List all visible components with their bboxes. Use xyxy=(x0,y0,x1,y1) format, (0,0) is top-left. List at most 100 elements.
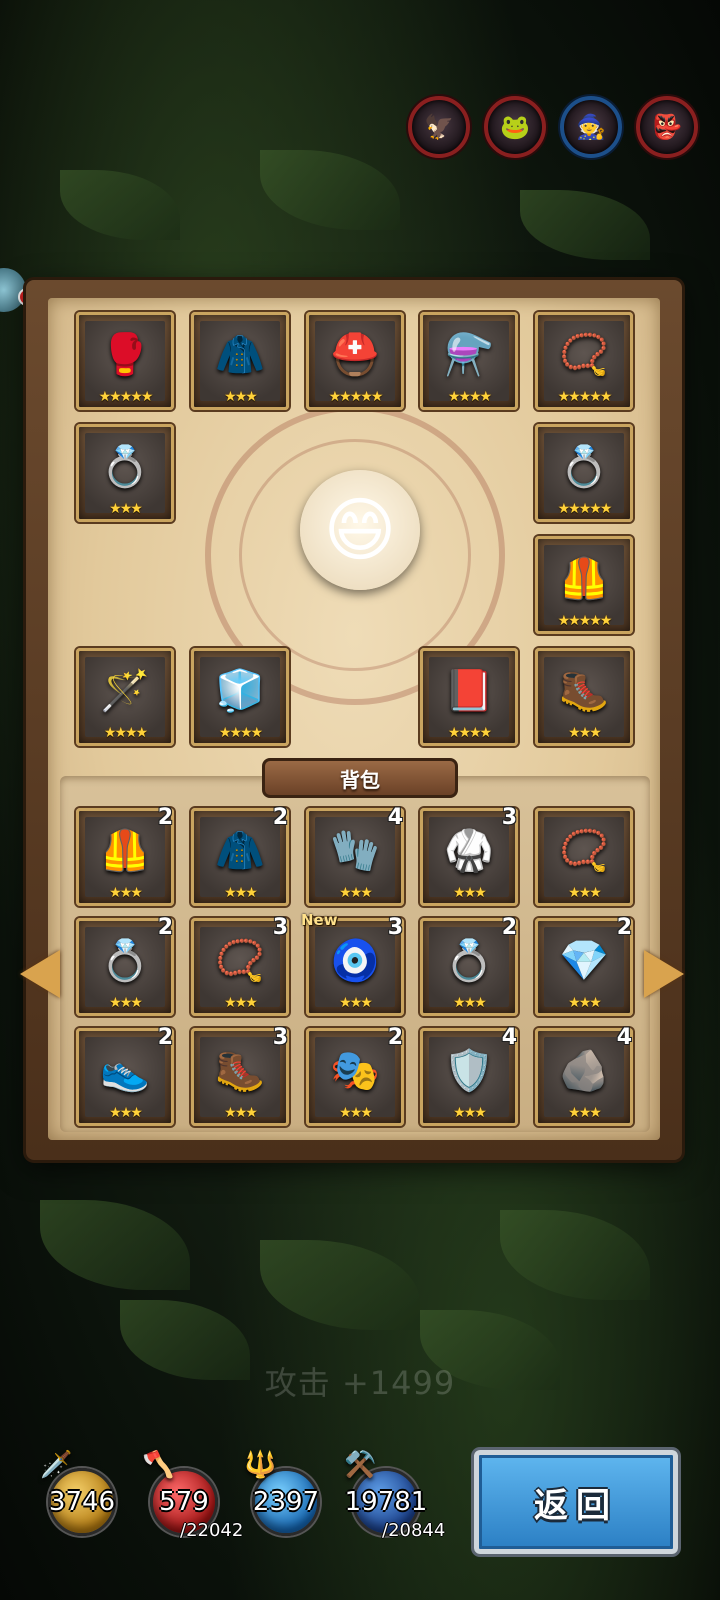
equipped-slot-ring[interactable]: 💍 ★★★★★ xyxy=(535,424,633,522)
equipped-slot-bracelet[interactable]: 💍 ★★★ xyxy=(76,424,174,522)
background-leaf xyxy=(40,1200,190,1290)
item-count: 2 xyxy=(616,915,632,940)
bag-item[interactable]: 💎 ★★★ 2 xyxy=(535,915,633,1016)
star-rating: ★★★ xyxy=(339,885,373,901)
bag-item[interactable]: 🪨 ★★★ 4 xyxy=(535,1025,633,1126)
party-member-1[interactable]: 🦅 xyxy=(408,96,470,158)
star-rating: ★★★ xyxy=(453,995,487,1011)
bag-item[interactable]: 📿 ★★★ xyxy=(535,808,633,906)
item-count: 2 xyxy=(157,1025,173,1050)
robe-icon: 🧥 xyxy=(215,332,265,379)
necklace-icon: 📿 xyxy=(559,332,609,379)
item-count: 2 xyxy=(501,915,517,940)
hero-avatar: 😄 xyxy=(300,470,420,590)
item-count: 3 xyxy=(272,915,288,940)
item-count: 4 xyxy=(616,1025,632,1050)
star-rating: ★★★ xyxy=(224,1105,258,1121)
star-rating: ★★★ xyxy=(109,885,143,901)
item-count: 4 xyxy=(501,1025,517,1050)
item-count: 2 xyxy=(272,805,288,830)
hero-figure: 😄 xyxy=(250,420,470,640)
gauntlet-icon: 🥊 xyxy=(100,332,150,379)
ring-icon: 💍 xyxy=(559,444,609,491)
star-rating: ★★★ xyxy=(453,1105,487,1121)
hero-portrait-icon: 🐸 xyxy=(500,113,530,141)
party-member-2[interactable]: 🐸 xyxy=(484,96,546,158)
hero-portrait-icon: 🧙 xyxy=(576,113,606,141)
equipped-slot-offhand[interactable]: 🧊 ★★★★ xyxy=(191,648,289,746)
equipped-slot-necklace[interactable]: 📿 ★★★★★ xyxy=(535,312,633,410)
necklace-icon: 📿 xyxy=(215,938,265,985)
bag-item[interactable]: 💍 ★★★ 2 xyxy=(76,915,174,1016)
star-rating: ★★★ xyxy=(109,995,143,1011)
bag-item[interactable]: 🥋 ★★★ 3 xyxy=(420,805,518,906)
hood-icon: 🎭 xyxy=(330,1048,380,1095)
star-rating: ★★★ xyxy=(453,885,487,901)
rune-stone-icon: 🪨 xyxy=(559,1048,609,1095)
bag-item[interactable]: 🧥 ★★★ 2 xyxy=(191,805,289,906)
item-count: 3 xyxy=(501,805,517,830)
star-rating: ★★★★★ xyxy=(557,613,613,629)
star-rating: ★★★★★ xyxy=(328,389,384,405)
staff-icon: 🪄 xyxy=(100,668,150,715)
robe-icon: 🧥 xyxy=(215,828,265,875)
star-rating: ★★★ xyxy=(224,885,258,901)
equipped-slot-weapon[interactable]: 🪄 ★★★★ xyxy=(76,648,174,746)
star-rating: ★★★★ xyxy=(447,725,492,741)
amulet-icon: 🧿 xyxy=(330,938,380,985)
bag-item[interactable]: 🛡️ ★★★ 4 xyxy=(420,1025,518,1126)
sword-icon: 🗡️ xyxy=(40,1450,73,1480)
bag-item[interactable]: 👟 ★★★ 2 xyxy=(76,1025,174,1126)
equipped-slot-book[interactable]: 📕 ★★★★ xyxy=(420,648,518,746)
star-rating: ★★★ xyxy=(224,389,258,405)
star-rating: ★★★ xyxy=(568,1105,602,1121)
star-rating: ★★★ xyxy=(339,995,373,1011)
star-rating: ★★★★★ xyxy=(557,389,613,405)
star-rating: ★★★★ xyxy=(447,389,492,405)
item-count: 3 xyxy=(387,915,403,940)
armor-icon: 🦺 xyxy=(100,828,150,875)
equipped-slot-cloak[interactable]: 🦺 ★★★★★ xyxy=(535,536,633,634)
star-rating: ★★★ xyxy=(568,995,602,1011)
hero-portrait-icon: 🦅 xyxy=(424,113,454,141)
new-badge: New xyxy=(301,911,338,929)
equipped-slot-gloves[interactable]: 🥊 ★★★★★ xyxy=(76,312,174,410)
background-leaf xyxy=(260,1240,420,1330)
hammer-icon: ⚒️ xyxy=(344,1450,377,1480)
equipped-slot-boots[interactable]: 🥾 ★★★ xyxy=(535,648,633,746)
ring-icon: 💍 xyxy=(444,938,494,985)
party-member-3[interactable]: 🧙 xyxy=(560,96,622,158)
resource-max: /20844 xyxy=(382,1520,446,1541)
bag-item[interactable]: 🧿 ★★★ 3 New xyxy=(301,911,404,1016)
bag-item[interactable]: 🦺 ★★★ 2 xyxy=(76,805,174,906)
star-rating: ★★★★ xyxy=(103,725,148,741)
equipped-slot-helmet[interactable]: ⛑️ ★★★★★ xyxy=(306,312,404,410)
return-button[interactable]: 返回 xyxy=(474,1450,678,1554)
star-rating: ★★★★ xyxy=(218,725,263,741)
bag-item[interactable]: 💍 ★★★ 2 xyxy=(420,915,518,1016)
cloak-icon: 🦺 xyxy=(559,556,609,603)
resource-value: 2397 xyxy=(252,1487,320,1517)
star-rating: ★★★ xyxy=(339,1105,373,1121)
next-page-arrow-icon[interactable] xyxy=(644,950,684,998)
pauldron-icon: 🥋 xyxy=(444,828,494,875)
star-rating: ★★★★★ xyxy=(98,389,154,405)
boots-icon: 🥾 xyxy=(559,668,609,715)
background-leaf xyxy=(60,170,180,240)
trident-icon: 🔱 xyxy=(244,1450,277,1480)
boots-icon: 🥾 xyxy=(215,1048,265,1095)
equipped-slot-armor[interactable]: 🧥 ★★★ xyxy=(191,312,289,410)
collar-icon: 📿 xyxy=(559,828,609,875)
party-member-4[interactable]: 👺 xyxy=(636,96,698,158)
bag-item[interactable]: 📿 ★★★ 3 xyxy=(191,915,289,1016)
previous-page-arrow-icon[interactable] xyxy=(20,950,60,998)
gem-ring-icon: 💎 xyxy=(559,938,609,985)
bag-item[interactable]: 🎭 ★★★ 2 xyxy=(306,1025,404,1126)
bag-item[interactable]: 🧤 ★★★ 4 xyxy=(306,805,404,906)
resource-max: /22042 xyxy=(180,1520,244,1541)
bag-item[interactable]: 🥾 ★★★ 3 xyxy=(191,1025,289,1126)
spellbook-icon: 📕 xyxy=(444,668,494,715)
background-leaf xyxy=(500,1210,650,1300)
item-count: 4 xyxy=(387,805,403,830)
equipped-slot-trinket[interactable]: ⚗️ ★★★★ xyxy=(420,312,518,410)
